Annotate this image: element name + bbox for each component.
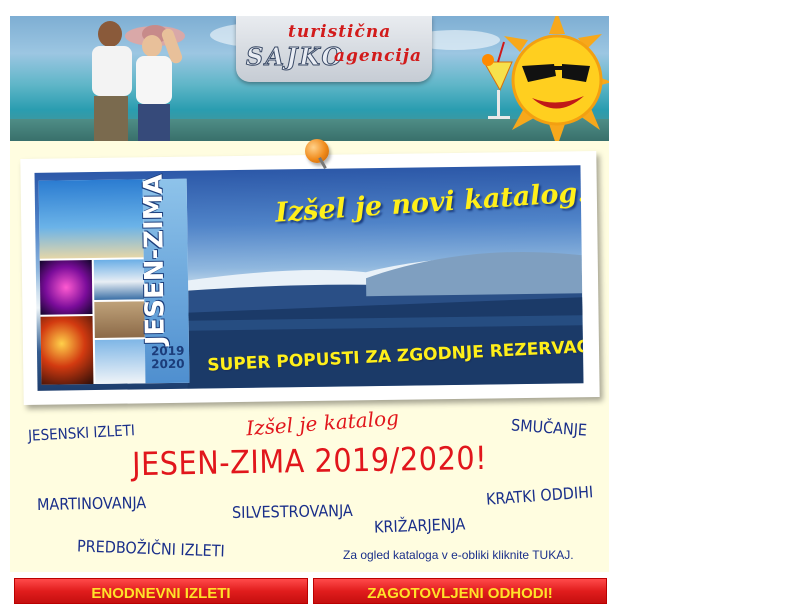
- winter-landscape-image: JESEN-ZIMA 2019 2020 Izšel je novi katal…: [34, 165, 584, 391]
- logo-tagline-top: turistična: [288, 22, 392, 42]
- link-cruises[interactable]: KRIŽARJENJA: [374, 514, 466, 536]
- catalog-cover-title: JESEN-ZIMA: [138, 173, 171, 346]
- fireworks-tile-2: [40, 316, 94, 385]
- guaranteed-departures-button[interactable]: ZAGOTOVLJENI ODHODI!: [313, 578, 607, 604]
- logo-name: SAJKO: [245, 42, 345, 72]
- link-martinmas[interactable]: MARTINOVANJA: [37, 493, 147, 514]
- catalog-photo-card[interactable]: JESEN-ZIMA 2019 2020 Izšel je novi katal…: [20, 150, 600, 406]
- catalog-cover-year: 2019 2020: [151, 344, 185, 372]
- couple-photo: [92, 21, 185, 141]
- catalog-online-link[interactable]: Za ogled kataloga v e-obliki kliknite TU…: [343, 548, 574, 562]
- link-new-year[interactable]: SILVESTROVANJA: [232, 501, 353, 522]
- header-banner: turistična SAJKO agencija: [10, 16, 609, 141]
- one-day-trips-button[interactable]: ENODNEVNI IZLETI: [14, 578, 308, 604]
- spa-tile: [94, 301, 145, 339]
- pushpin-icon: [305, 139, 329, 163]
- catalog-cover: JESEN-ZIMA 2019 2020: [38, 173, 190, 385]
- beach-tile: [38, 179, 144, 259]
- year-end: 2020: [151, 356, 185, 372]
- sun-mascot-icon: [482, 16, 609, 141]
- agency-logo[interactable]: turistična SAJKO agencija: [236, 16, 432, 82]
- logo-tagline-bottom: agencija: [334, 46, 423, 66]
- fireworks-tile: [39, 260, 93, 315]
- ski-tile: [94, 339, 146, 385]
- cruise-tile: [93, 259, 145, 301]
- catalog-headline[interactable]: JESEN-ZIMA 2019/2020!: [132, 439, 488, 483]
